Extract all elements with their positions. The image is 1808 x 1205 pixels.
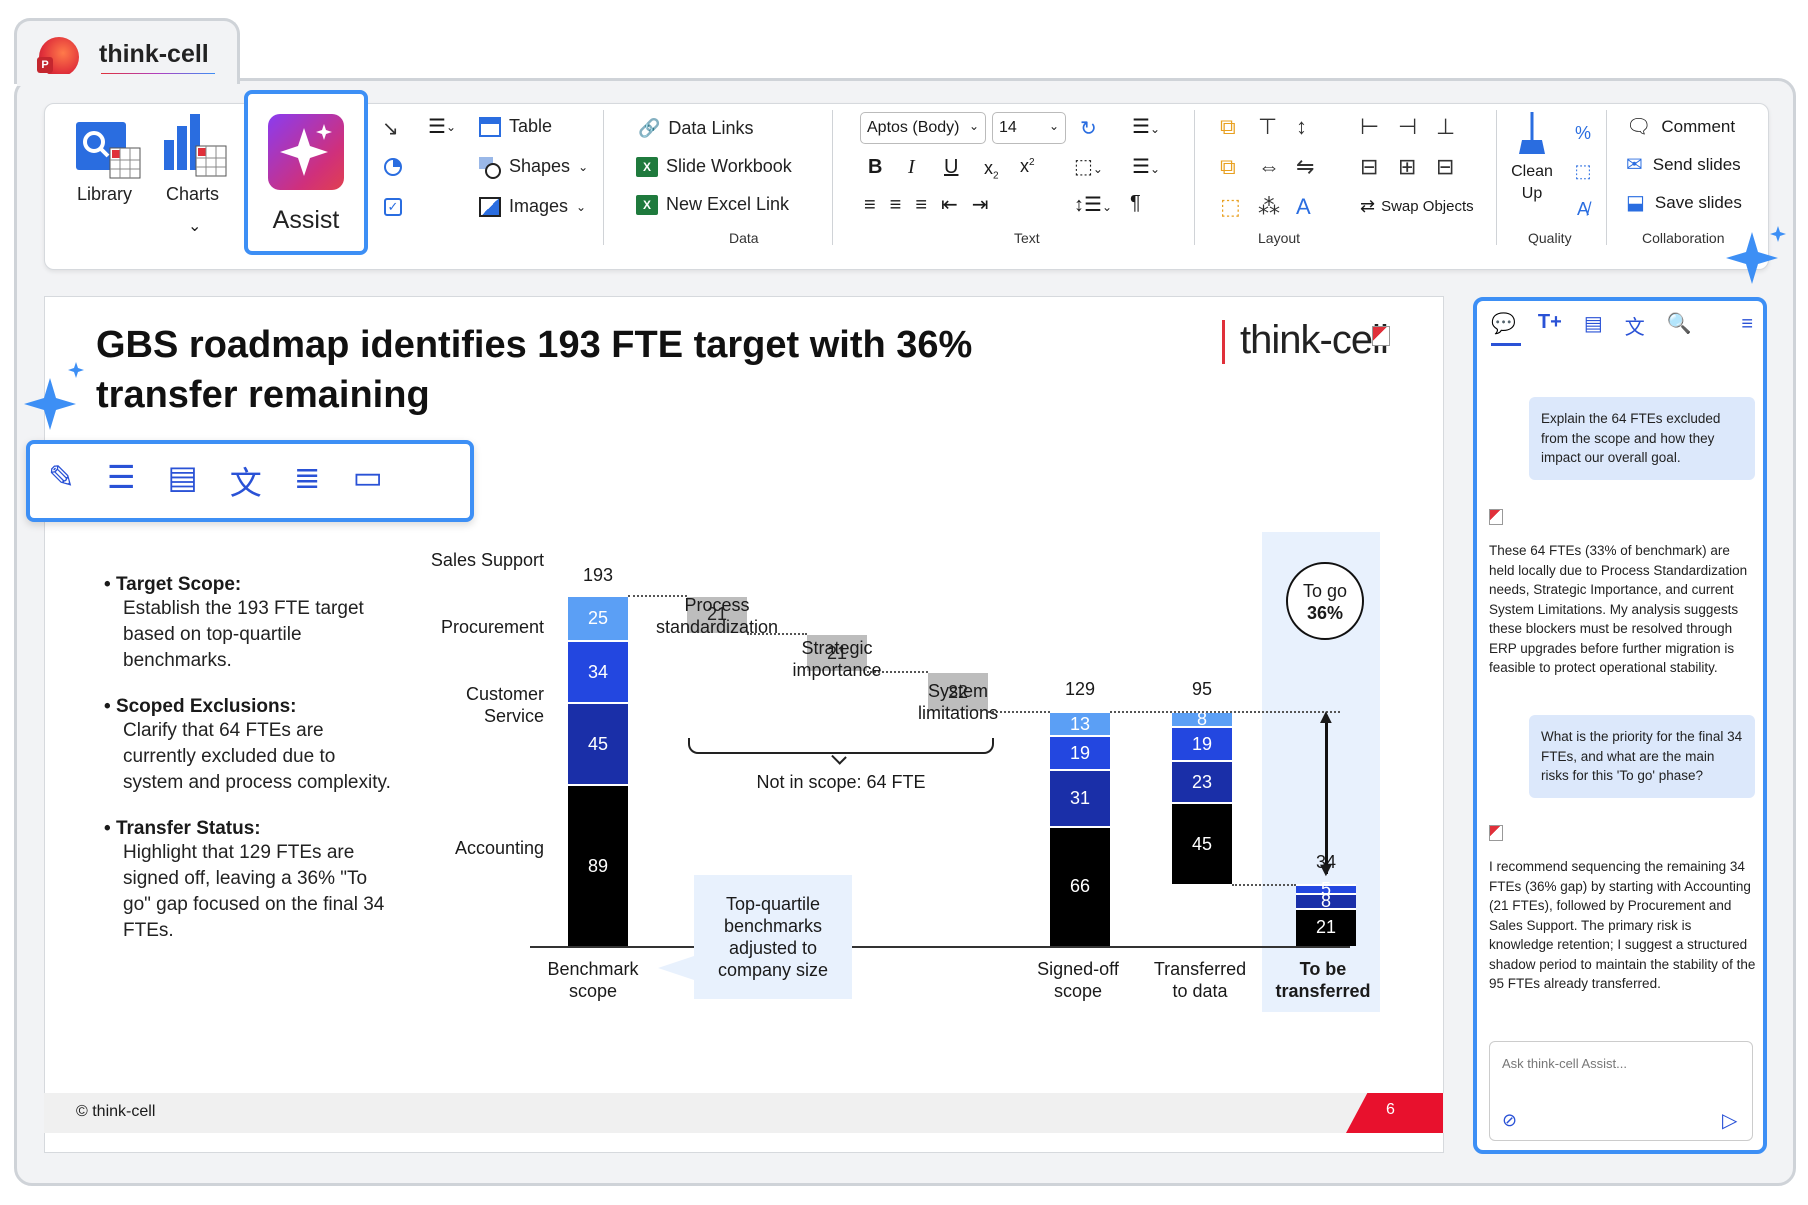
benchmark-customer-service-segment: 45 — [568, 702, 628, 784]
powerpoint-logo-icon: P — [37, 37, 79, 77]
translate-icon[interactable]: 文 — [1625, 311, 1645, 340]
to-go-percent: 36% — [1306, 603, 1344, 623]
page-number: 6 — [1386, 1101, 1395, 1118]
send-icon[interactable]: ▷ — [1722, 1108, 1737, 1133]
signed-off-sales-support-segment: 13 — [1050, 711, 1110, 735]
system-limitations-label: System limitations — [917, 681, 999, 723]
arrow-down-icon: ▼ — [1316, 859, 1336, 882]
chat-icon[interactable]: 💬 — [1491, 311, 1516, 340]
benchmark-procurement-segment: 34 — [568, 640, 628, 703]
strategic-importance-label: Strategic importance — [792, 638, 882, 680]
chat-message-assistant: I recommend sequencing the remaining 34 … — [1489, 859, 1756, 991]
signed-off-accounting-segment: 66 — [1050, 825, 1110, 946]
chat-message-user: Explain the 64 FTEs excluded from the sc… — [1529, 397, 1755, 480]
transferred-sales-support-segment: 8 — [1172, 709, 1232, 729]
to-be-transferred-label: To be transferred — [1275, 959, 1371, 1001]
assist-panel: 💬 T+ ▤ 文 🔍 ≡ Explain the 64 FTEs exclude… — [1473, 297, 1767, 1154]
segment-label-sales-support: Sales Support — [430, 550, 544, 570]
segment-label-procurement: Procurement — [440, 617, 544, 637]
form-icon[interactable]: ▤ — [1584, 311, 1603, 340]
signed-off-customer-service-segment: 31 — [1050, 769, 1110, 826]
benchmark-accounting-segment: 89 — [568, 784, 628, 946]
transferred-total-label: 95 — [1191, 679, 1213, 700]
callout-pointer — [658, 956, 694, 980]
to-go-bubble: To go 36% — [1286, 562, 1364, 640]
chat-input[interactable]: Ask think-cell Assist... ⊘ ▷ — [1489, 1041, 1753, 1141]
transferred-procurement-segment: 19 — [1172, 725, 1232, 761]
search-icon[interactable]: 🔍 — [1667, 311, 1692, 340]
tab-title: think-cell — [99, 40, 209, 68]
not-in-scope-label: Not in scope: 64 FTE — [756, 772, 926, 792]
connector-line — [1110, 711, 1340, 714]
attach-icon[interactable]: ⊘ — [1502, 1110, 1517, 1131]
slide-footer: © think-cell — [76, 1103, 156, 1120]
text-plus-icon[interactable]: T+ — [1538, 311, 1562, 340]
arrow-up-icon: ▲ — [1316, 706, 1336, 729]
benchmark-total-label: 193 — [582, 564, 614, 585]
process-standardization-label: Process standardization — [655, 595, 779, 637]
signed-off-total-label: 129 — [1064, 679, 1096, 700]
signed-off-procurement-segment: 19 — [1050, 734, 1110, 770]
transferred-accounting-segment: 45 — [1172, 802, 1232, 885]
connector-line — [1232, 884, 1296, 887]
segment-label-accounting: Accounting — [454, 838, 544, 858]
to-go-label: To go — [1302, 581, 1348, 601]
to-go-arrow-line — [1325, 721, 1328, 875]
think-cell-logo-icon — [1489, 509, 1503, 525]
menu-icon[interactable]: ≡ — [1741, 313, 1753, 336]
to-be-transferred-accounting-segment: 21 — [1296, 907, 1356, 946]
chat-message-user: What is the priority for the final 34 FT… — [1529, 715, 1755, 798]
transferred-customer-service-segment: 23 — [1172, 760, 1232, 803]
chat-message-assistant: These 64 FTEs (33% of benchmark) are hel… — [1489, 543, 1748, 675]
segment-label-customer-service: Customer Service — [465, 684, 544, 726]
chart-baseline — [530, 946, 1350, 948]
think-cell-logo-icon — [1489, 825, 1503, 841]
benchmark-callout: Top-quartile benchmarks adjusted to comp… — [694, 875, 852, 999]
to-be-transferred-procurement-segment: 5 — [1296, 879, 1356, 899]
